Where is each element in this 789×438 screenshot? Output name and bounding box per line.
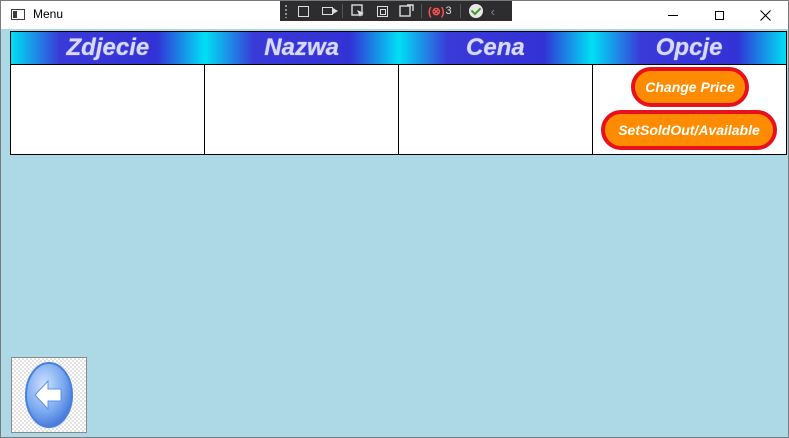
column-header-name[interactable]: Nazwa <box>204 32 399 64</box>
toolbar-grip-icon[interactable] <box>284 4 288 18</box>
toolbar-separator <box>342 4 343 18</box>
maximize-button[interactable] <box>696 1 742 29</box>
cell-name <box>205 65 399 154</box>
camera-icon <box>321 7 338 15</box>
cell-price <box>399 65 593 154</box>
track-focus-button[interactable] <box>397 3 415 19</box>
display-layout-adorners-button[interactable] <box>373 3 391 19</box>
products-grid: Zdjecie Nazwa Cena Opcje Change Price Se… <box>10 31 787 155</box>
change-price-button[interactable]: Change Price <box>631 67 749 107</box>
maximize-icon <box>714 10 724 20</box>
app-window: Menu (⊗) 3 ‹ Zdjecie Nazwa Cena Opcje Ch… <box>0 0 789 438</box>
close-icon <box>759 9 771 21</box>
select-element-button[interactable] <box>349 3 367 19</box>
select-element-icon <box>351 4 364 17</box>
column-header-price[interactable]: Cena <box>398 32 593 64</box>
binding-failures-icon: (⊗) <box>428 5 445 18</box>
close-button[interactable] <box>742 1 788 29</box>
cell-photo <box>11 65 205 154</box>
window-app-icon[interactable] <box>11 9 25 20</box>
window-title: Menu <box>33 7 64 21</box>
back-arrow-icon <box>25 362 73 428</box>
binding-failures-count: 3 <box>445 5 452 17</box>
cell-options: Change Price SetSoldOut/Available <box>593 65 786 154</box>
back-button[interactable] <box>11 357 87 433</box>
live-visual-tree-button[interactable] <box>294 3 312 19</box>
column-header-photo[interactable]: Zdjecie <box>11 32 205 64</box>
collapse-chevron-icon[interactable]: ‹ <box>491 4 495 19</box>
toolbar-separator <box>421 4 422 18</box>
grid-header: Zdjecie Nazwa Cena Opcje <box>11 32 786 65</box>
layout-adorner-icon <box>376 5 388 17</box>
table-row[interactable]: Change Price SetSoldOut/Available <box>11 65 786 154</box>
check-icon <box>468 4 483 18</box>
track-focus-icon <box>398 4 414 17</box>
record-button[interactable] <box>318 3 338 19</box>
column-header-options[interactable]: Opcje <box>592 32 786 64</box>
minimize-icon <box>668 14 678 16</box>
visual-tree-icon <box>297 5 309 17</box>
minimize-button[interactable] <box>650 1 696 29</box>
debug-toolbar: (⊗) 3 ‹ <box>280 1 512 21</box>
binding-failures-button[interactable]: (⊗) 3 <box>428 3 452 19</box>
toolbar-separator <box>459 4 461 18</box>
set-sold-out-available-button[interactable]: SetSoldOut/Available <box>601 110 777 150</box>
hot-reload-status[interactable] <box>467 3 485 19</box>
